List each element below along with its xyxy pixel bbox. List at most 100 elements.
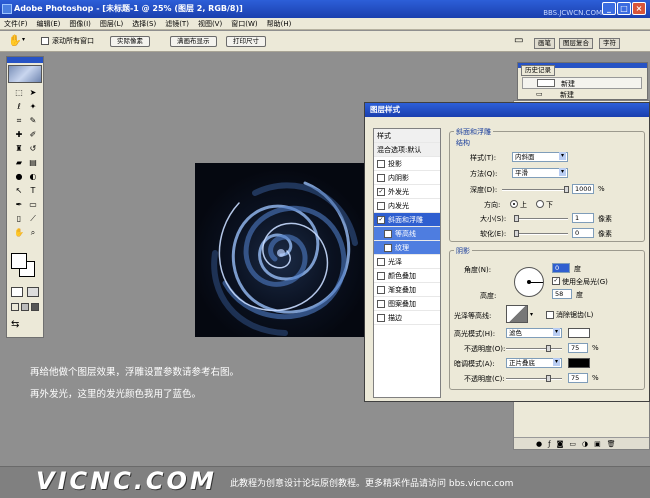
new-set-icon[interactable]: ▭ — [569, 440, 576, 448]
style-item-gradient-overlay[interactable]: 渐变叠加 — [374, 283, 440, 297]
gloss-contour-picker[interactable] — [506, 305, 528, 323]
direction-up-radio[interactable] — [510, 200, 518, 208]
delete-layer-icon[interactable]: 🗑 — [607, 440, 616, 448]
tab-history[interactable]: 历史记录 — [521, 65, 555, 76]
menu-edit[interactable]: 编辑(E) — [37, 19, 61, 29]
shadow-color-swatch[interactable] — [568, 358, 590, 368]
eraser-tool-icon[interactable]: ▰ — [13, 157, 25, 169]
history-row-snapshot[interactable]: 新建 — [522, 77, 642, 89]
bevel-style-select[interactable]: 内斜面 — [512, 152, 568, 162]
size-slider[interactable] — [514, 218, 568, 220]
history-row-new[interactable]: ▭ 新建 — [522, 90, 642, 100]
style-item-stroke[interactable]: 描边 — [374, 311, 440, 325]
scroll-all-windows-checkbox[interactable] — [41, 37, 49, 45]
palette-well-icon[interactable]: ▭ — [514, 35, 523, 46]
depth-slider[interactable] — [502, 189, 568, 191]
photoshop-logo[interactable] — [8, 65, 42, 83]
highlight-opacity-slider[interactable] — [506, 348, 562, 350]
style-item-color-overlay[interactable]: 颜色叠加 — [374, 269, 440, 283]
pattern-overlay-checkbox[interactable] — [377, 299, 385, 308]
anti-aliased-checkbox[interactable] — [546, 311, 554, 319]
clone-stamp-tool-icon[interactable]: ♜ — [13, 143, 25, 155]
menu-select[interactable]: 选择(S) — [132, 19, 156, 29]
texture-checkbox[interactable] — [384, 243, 392, 252]
bevel-emboss-checkbox[interactable]: ✓ — [377, 215, 385, 224]
styles-header[interactable]: 样式 — [374, 129, 440, 143]
dodge-tool-icon[interactable]: ◐ — [27, 171, 39, 183]
minimize-button[interactable]: _ — [602, 2, 616, 15]
drop-shadow-checkbox[interactable] — [377, 159, 385, 168]
menu-layer[interactable]: 图层(L) — [100, 19, 123, 29]
blur-tool-icon[interactable]: ● — [13, 171, 25, 183]
gradient-overlay-checkbox[interactable] — [377, 285, 385, 294]
blend-options-item[interactable]: 混合选项:默认 — [374, 143, 440, 157]
altitude-input[interactable]: 58 — [552, 289, 572, 299]
marquee-tool-icon[interactable]: ⬚ — [13, 87, 25, 99]
highlight-opacity-thumb[interactable] — [546, 345, 551, 352]
shadow-opacity-input[interactable]: 75 — [568, 373, 588, 383]
shadow-opacity-thumb[interactable] — [546, 375, 551, 382]
highlight-color-swatch[interactable] — [568, 328, 590, 338]
depth-input[interactable]: 1000 — [572, 184, 594, 194]
tab-brushes[interactable]: 画笔 — [534, 38, 555, 49]
screen-mode-1-icon[interactable] — [11, 303, 19, 311]
shadow-opacity-slider[interactable] — [506, 378, 562, 380]
depth-slider-thumb[interactable] — [564, 186, 569, 193]
hand-tool-icon-box[interactable]: ✋ — [13, 227, 25, 239]
magic-wand-tool-icon[interactable]: ✦ — [27, 101, 39, 113]
tab-layer-comps[interactable]: 图层复合 — [559, 38, 593, 49]
style-item-pattern-overlay[interactable]: 图案叠加 — [374, 297, 440, 311]
new-adjustment-icon[interactable]: ◑ — [582, 440, 588, 448]
contour-checkbox[interactable] — [384, 229, 392, 238]
menu-help[interactable]: 帮助(H) — [267, 19, 292, 29]
tab-character[interactable]: 字符 — [599, 38, 620, 49]
stroke-checkbox[interactable] — [377, 313, 385, 322]
style-item-inner-shadow[interactable]: 内阴影 — [374, 171, 440, 185]
menu-file[interactable]: 文件(F) — [4, 19, 28, 29]
menu-image[interactable]: 图像(I) — [69, 19, 91, 29]
toolbox-header[interactable] — [7, 57, 43, 63]
add-mask-icon[interactable]: ◙ — [557, 440, 564, 448]
angle-input[interactable]: 0 — [552, 263, 570, 273]
brush-tool-icon[interactable]: ✐ — [27, 129, 39, 141]
zoom-tool-icon[interactable]: ⌕ — [27, 227, 39, 239]
color-overlay-checkbox[interactable] — [377, 271, 385, 280]
new-layer-icon[interactable]: ▣ — [594, 440, 601, 448]
close-button[interactable]: × — [632, 2, 646, 15]
maximize-button[interactable]: □ — [617, 2, 631, 15]
global-light-checkbox[interactable]: ✓ — [552, 277, 560, 285]
fit-screen-button[interactable]: 满画布显示 — [170, 36, 217, 47]
style-item-drop-shadow[interactable]: 投影 — [374, 157, 440, 171]
inner-glow-checkbox[interactable] — [377, 201, 385, 210]
shadow-mode-select[interactable]: 正片叠底 — [506, 358, 562, 368]
gloss-contour-dropdown-icon[interactable]: ▾ — [530, 311, 533, 318]
path-selection-tool-icon[interactable]: ↖ — [13, 185, 25, 197]
technique-select[interactable]: 平滑 — [512, 168, 568, 178]
style-item-satin[interactable]: 光泽 — [374, 255, 440, 269]
healing-brush-tool-icon[interactable]: ✚ — [13, 129, 25, 141]
inner-shadow-checkbox[interactable] — [377, 173, 385, 182]
style-item-outer-glow[interactable]: ✓ 外发光 — [374, 185, 440, 199]
hand-tool-icon[interactable]: ✋ — [8, 34, 22, 47]
direction-down-radio[interactable] — [536, 200, 544, 208]
eyedropper-tool-icon[interactable]: ⟋ — [27, 213, 39, 225]
style-item-texture[interactable]: 纹理 — [374, 241, 440, 255]
link-layers-icon[interactable]: ● — [536, 440, 542, 448]
style-item-inner-glow[interactable]: 内发光 — [374, 199, 440, 213]
menu-view[interactable]: 视图(V) — [198, 19, 222, 29]
soften-input[interactable]: 0 — [572, 228, 594, 238]
highlight-mode-select[interactable]: 滤色 — [506, 328, 562, 338]
notes-tool-icon[interactable]: ▯ — [13, 213, 25, 225]
history-brush-tool-icon[interactable]: ↺ — [27, 143, 39, 155]
move-tool-icon[interactable]: ➤ — [27, 87, 39, 99]
actual-pixels-button[interactable]: 实际像素 — [110, 36, 150, 47]
size-slider-thumb[interactable] — [514, 215, 519, 222]
gradient-tool-icon[interactable]: ▤ — [27, 157, 39, 169]
type-tool-icon[interactable]: T — [27, 185, 39, 197]
add-style-icon[interactable]: ƒ — [548, 440, 550, 448]
standard-mode-icon[interactable] — [11, 287, 23, 297]
shape-tool-icon[interactable]: ▭ — [27, 199, 39, 211]
style-item-contour[interactable]: 等高线 — [374, 227, 440, 241]
menu-filter[interactable]: 滤镜(T) — [165, 19, 189, 29]
outer-glow-checkbox[interactable]: ✓ — [377, 187, 385, 196]
